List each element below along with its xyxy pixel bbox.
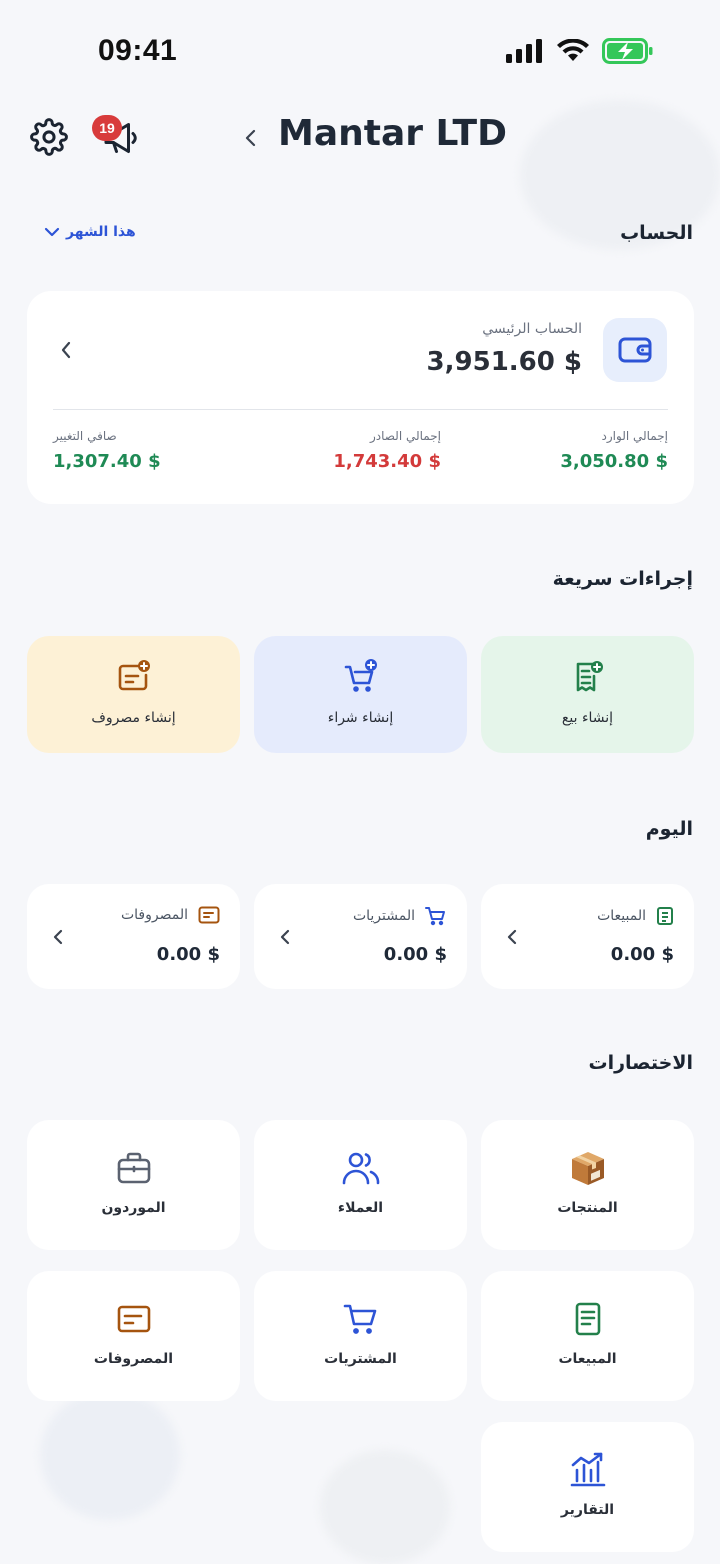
status-icons <box>506 38 654 64</box>
today-purchases-card[interactable]: المشتريات 0.00 $ <box>254 884 467 989</box>
background-blob <box>40 1390 180 1520</box>
shortcut-label: المصروفات <box>93 1351 174 1367</box>
today-card-header: المشتريات <box>353 906 447 926</box>
chevron-left-icon[interactable] <box>240 126 262 150</box>
shortcut-products[interactable]: المنتجات <box>481 1120 694 1250</box>
period-selector[interactable]: هذا الشهر <box>44 224 136 240</box>
create-expense-button[interactable]: إنشاء مصروف <box>27 636 240 753</box>
shortcut-label: المنتجات <box>557 1200 618 1216</box>
stat-value: 1,743.40 $ <box>333 451 441 472</box>
chevron-left-icon <box>280 929 290 945</box>
quick-action-label: إنشاء مصروف <box>91 710 176 726</box>
shortcut-purchases[interactable]: المشتريات <box>254 1271 467 1401</box>
stat-label: صافي التغيير <box>53 429 117 443</box>
stat-label: إجمالي الصادر <box>369 429 441 443</box>
create-purchase-button[interactable]: إنشاء شراء <box>254 636 467 753</box>
stat-label: إجمالي الوارد <box>601 429 668 443</box>
today-card-header: المصروفات <box>121 906 220 924</box>
stat-net-change: صافي التغيير 1,307.40 $ <box>53 429 161 472</box>
cart-plus-icon <box>344 659 377 692</box>
account-heading: الحساب <box>620 222 693 244</box>
expense-plus-icon <box>118 660 150 691</box>
today-card-header: المبيعات <box>597 906 674 926</box>
status-time: 09:41 <box>98 34 178 67</box>
wallet-icon-box <box>603 318 667 382</box>
cart-icon <box>425 907 445 926</box>
shortcut-suppliers[interactable]: الموردون <box>27 1120 240 1250</box>
receipt-plus-icon <box>576 661 603 692</box>
package-icon <box>571 1152 604 1185</box>
stat-total-outgoing: إجمالي الصادر 1,743.40 $ <box>333 429 441 472</box>
period-label: هذا الشهر <box>66 224 136 240</box>
receipt-icon <box>657 907 673 925</box>
shortcut-reports[interactable]: التقارير <box>481 1422 694 1552</box>
chart-icon <box>570 1452 605 1487</box>
shortcut-sales[interactable]: المبيعات <box>481 1271 694 1401</box>
quick-action-label: إنشاء شراء <box>327 710 394 726</box>
briefcase-icon <box>117 1152 150 1184</box>
divider <box>53 409 668 410</box>
chevron-left-icon <box>507 929 517 945</box>
settings-gear-icon[interactable] <box>30 118 68 156</box>
shortcuts-heading: الاختصارات <box>588 1052 693 1074</box>
shortcut-label: المشتريات <box>324 1351 397 1367</box>
today-card-value: 0.00 $ <box>156 944 220 965</box>
chevron-down-icon <box>44 227 60 237</box>
company-title[interactable]: Mantar LTD <box>278 113 507 154</box>
main-account-card[interactable]: الحساب الرئيسي 3,951.60 $ إجمالي الوارد … <box>27 291 694 504</box>
expense-icon <box>117 1305 150 1333</box>
today-card-label: المبيعات <box>597 908 646 924</box>
today-card-value: 0.00 $ <box>610 944 674 965</box>
shortcut-label: التقارير <box>560 1502 615 1518</box>
notification-badge: 19 <box>92 115 122 141</box>
today-sales-card[interactable]: المبيعات 0.00 $ <box>481 884 694 989</box>
quick-action-label: إنشاء بيع <box>561 710 614 726</box>
shortcut-customers[interactable]: العملاء <box>254 1120 467 1250</box>
chevron-left-icon[interactable] <box>57 339 75 361</box>
shortcut-label: العملاء <box>337 1200 384 1216</box>
stat-total-incoming: إجمالي الوارد 3,050.80 $ <box>560 429 668 472</box>
quick-actions-heading: إجراءات سريعة <box>552 568 693 590</box>
battery-icon <box>602 38 653 64</box>
users-icon <box>342 1152 379 1185</box>
today-card-value: 0.00 $ <box>383 944 447 965</box>
background-blob <box>320 1450 450 1564</box>
wifi-icon <box>557 39 589 61</box>
account-balance: 3,951.60 $ <box>426 347 582 377</box>
main-account-label: الحساب الرئيسي <box>482 321 582 337</box>
shortcut-label: الموردون <box>101 1200 166 1216</box>
receipt-icon <box>575 1302 600 1336</box>
today-expenses-card[interactable]: المصروفات 0.00 $ <box>27 884 240 989</box>
stat-value: 3,050.80 $ <box>560 451 668 472</box>
today-card-label: المشتريات <box>352 908 415 924</box>
wallet-icon <box>618 337 652 363</box>
today-heading: اليوم <box>645 818 693 840</box>
chevron-left-icon <box>53 929 63 945</box>
cart-icon <box>343 1304 376 1334</box>
stat-value: 1,307.40 $ <box>53 451 161 472</box>
create-sale-button[interactable]: إنشاء بيع <box>481 636 694 753</box>
today-card-label: المصروفات <box>120 907 188 923</box>
shortcut-label: المبيعات <box>558 1351 617 1367</box>
expense-icon <box>198 906 220 924</box>
signal-icon <box>506 39 542 63</box>
shortcut-expenses[interactable]: المصروفات <box>27 1271 240 1401</box>
